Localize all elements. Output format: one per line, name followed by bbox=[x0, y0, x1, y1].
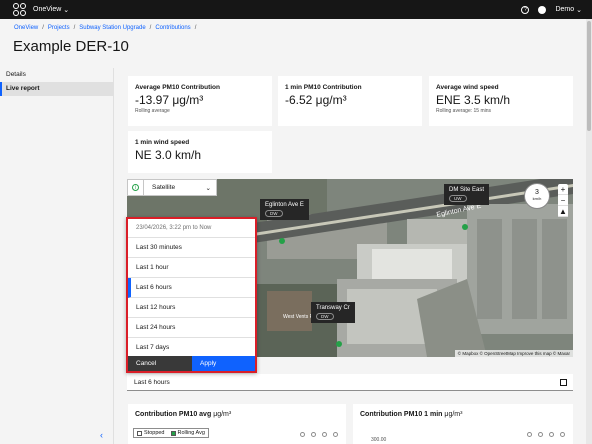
calendar-icon[interactable] bbox=[560, 379, 567, 386]
stat-sub: Rolling average bbox=[135, 108, 170, 114]
info-icon: i bbox=[132, 184, 139, 191]
top-bar: OneView ⌄ ? Demo ⌄ bbox=[0, 0, 592, 19]
help-icon[interactable]: ? bbox=[521, 5, 530, 14]
chart-toolbar bbox=[527, 432, 565, 437]
time-range-dropdown: 23/04/2026, 3:22 pm to Now Last 30 minut… bbox=[126, 217, 257, 373]
chart-card-pm10-avg: Contribution PM10 avg μg/m³ Stopped Roll… bbox=[128, 404, 346, 444]
stat-card-1min-pm10: 1 min PM10 Contribution -6.52 μg/m³ bbox=[278, 76, 422, 126]
chevron-down-icon: ⌄ bbox=[576, 6, 582, 14]
chevron-down-icon: ⌄ bbox=[205, 184, 211, 192]
wind-dial-value: 3 bbox=[535, 189, 539, 196]
option-last-1-hour[interactable]: Last 1 hour bbox=[128, 258, 255, 278]
chart-title: Contribution PM10 avg bbox=[135, 411, 212, 418]
chart-toolbar bbox=[300, 432, 338, 437]
oneview-logo-icon[interactable] bbox=[13, 2, 27, 17]
y-axis-tick: 300.00 bbox=[371, 437, 387, 443]
wind-dial: 3 km/h bbox=[524, 183, 550, 209]
zoom-out-icon[interactable] bbox=[538, 432, 543, 437]
option-last-30-minutes[interactable]: Last 30 minutes bbox=[128, 238, 255, 258]
breadcrumb-project[interactable]: Subway Station Upgrade bbox=[79, 25, 145, 31]
pan-icon[interactable] bbox=[549, 432, 554, 437]
zoom-in-icon[interactable] bbox=[527, 432, 532, 437]
breadcrumb-contributions[interactable]: Contributions bbox=[155, 25, 190, 31]
stat-card-1min-wind: 1 min wind speed NE 3.0 km/h bbox=[128, 131, 272, 173]
marker-chip: DW bbox=[316, 313, 334, 320]
zoom-controls: + − ▲ bbox=[558, 184, 568, 217]
stat-value: NE 3.0 km/h bbox=[135, 148, 202, 162]
info-button[interactable]: i bbox=[127, 179, 144, 196]
time-range-input[interactable]: Last 6 hours bbox=[127, 374, 573, 391]
legend-label: Stopped bbox=[144, 430, 165, 436]
dropdown-actions: Cancel Apply bbox=[128, 356, 255, 371]
apply-button[interactable]: Apply bbox=[192, 356, 255, 371]
legend-swatch bbox=[137, 430, 142, 436]
sidebar-item-details[interactable]: Details bbox=[0, 68, 113, 82]
compass-icon[interactable]: ▲ bbox=[558, 206, 568, 217]
legend-label: Rolling Avg bbox=[177, 430, 205, 436]
map-marker-transway[interactable]: Transway Cr DW bbox=[311, 302, 355, 323]
option-last-24-hours[interactable]: Last 24 hours bbox=[128, 318, 255, 338]
chevron-down-icon: ⌄ bbox=[63, 6, 70, 14]
breadcrumb: OneView / Projects / Subway Station Upgrad… bbox=[14, 25, 197, 31]
legend-stopped[interactable]: Stopped bbox=[134, 429, 168, 437]
chart-title: Contribution PM10 1 min bbox=[360, 411, 443, 418]
page-title: Example DER-10 bbox=[13, 38, 129, 55]
scrollbar-thumb[interactable] bbox=[587, 21, 591, 131]
user-name: Demo bbox=[555, 6, 575, 13]
zoom-out-icon[interactable] bbox=[311, 432, 316, 437]
time-range-value: Last 6 hours bbox=[134, 379, 170, 386]
chart-unit: μg/m³ bbox=[444, 411, 463, 418]
zoom-in-button[interactable]: + bbox=[558, 184, 568, 195]
stat-card-avg-wind: Average wind speed ENE 3.5 km/h Rolling … bbox=[429, 76, 573, 126]
user-menu[interactable]: Demo ⌄ bbox=[555, 6, 582, 14]
breadcrumb-projects[interactable]: Projects bbox=[48, 25, 70, 31]
stat-value: -6.52 μg/m³ bbox=[285, 93, 347, 107]
legend-swatch bbox=[170, 430, 176, 436]
map-layer-value: Satellite bbox=[152, 184, 176, 191]
stat-label: Average PM10 Contribution bbox=[135, 84, 220, 91]
stat-value: ENE 3.5 km/h bbox=[436, 93, 511, 107]
sidebar-item-live-report[interactable]: Live report bbox=[0, 82, 113, 96]
chart-unit: μg/m³ bbox=[213, 411, 232, 418]
reset-icon[interactable] bbox=[560, 432, 565, 437]
marker-chip: DW bbox=[265, 210, 283, 217]
sidebar: Details Live report ‹ bbox=[0, 68, 114, 444]
legend-rolling-avg[interactable]: Rolling Avg bbox=[168, 429, 208, 437]
marker-name: Eglinton Ave E bbox=[265, 202, 304, 208]
stat-value: -13.97 μg/m³ bbox=[135, 93, 204, 107]
map-attribution[interactable]: © Mapbox © OpenStreetMap Improve this ma… bbox=[454, 350, 573, 357]
map-layer-select[interactable]: Satellite ⌄ bbox=[144, 179, 217, 196]
cancel-button[interactable]: Cancel bbox=[128, 356, 192, 371]
chart-legend: Stopped Rolling Avg bbox=[133, 428, 209, 438]
zoom-in-icon[interactable] bbox=[300, 432, 305, 437]
marker-name: DM Site East bbox=[449, 187, 485, 193]
app-name: OneView bbox=[33, 6, 62, 13]
stat-label: 1 min PM10 Contribution bbox=[285, 84, 362, 91]
chart-card-pm10-1min: Contribution PM10 1 min μg/m³ 300.00 bbox=[353, 404, 573, 444]
map-marker-dm-site-east[interactable]: DM Site East UW bbox=[444, 184, 490, 205]
app-switcher[interactable]: OneView ⌄ bbox=[33, 6, 69, 14]
option-last-7-days[interactable]: Last 7 days bbox=[128, 338, 255, 358]
option-last-6-hours[interactable]: Last 6 hours bbox=[128, 278, 255, 298]
wind-dial-unit: km/h bbox=[532, 196, 542, 201]
breadcrumb-oneview[interactable]: OneView bbox=[14, 25, 38, 31]
map-marker-eglinton[interactable]: Eglinton Ave E DW bbox=[260, 199, 309, 220]
reset-icon[interactable] bbox=[333, 432, 338, 437]
marker-chip: UW bbox=[449, 195, 467, 202]
stat-label: Average wind speed bbox=[436, 84, 499, 91]
option-last-12-hours[interactable]: Last 12 hours bbox=[128, 298, 255, 318]
stat-label: 1 min wind speed bbox=[135, 139, 190, 146]
marker-name: Transway Cr bbox=[316, 305, 350, 311]
pan-icon[interactable] bbox=[322, 432, 327, 437]
map-controls: i Satellite ⌄ bbox=[127, 179, 217, 196]
stat-card-avg-pm10: Average PM10 Contribution -13.97 μg/m³ R… bbox=[128, 76, 272, 126]
custom-range-text[interactable]: 23/04/2026, 3:22 pm to Now bbox=[128, 219, 255, 238]
page-scrollbar[interactable] bbox=[586, 19, 592, 444]
zoom-out-button[interactable]: − bbox=[558, 195, 568, 206]
stat-sub: Rolling average: 15 mins bbox=[436, 108, 492, 114]
user-icon[interactable] bbox=[538, 5, 547, 14]
chevron-left-icon[interactable]: ‹ bbox=[100, 430, 103, 440]
